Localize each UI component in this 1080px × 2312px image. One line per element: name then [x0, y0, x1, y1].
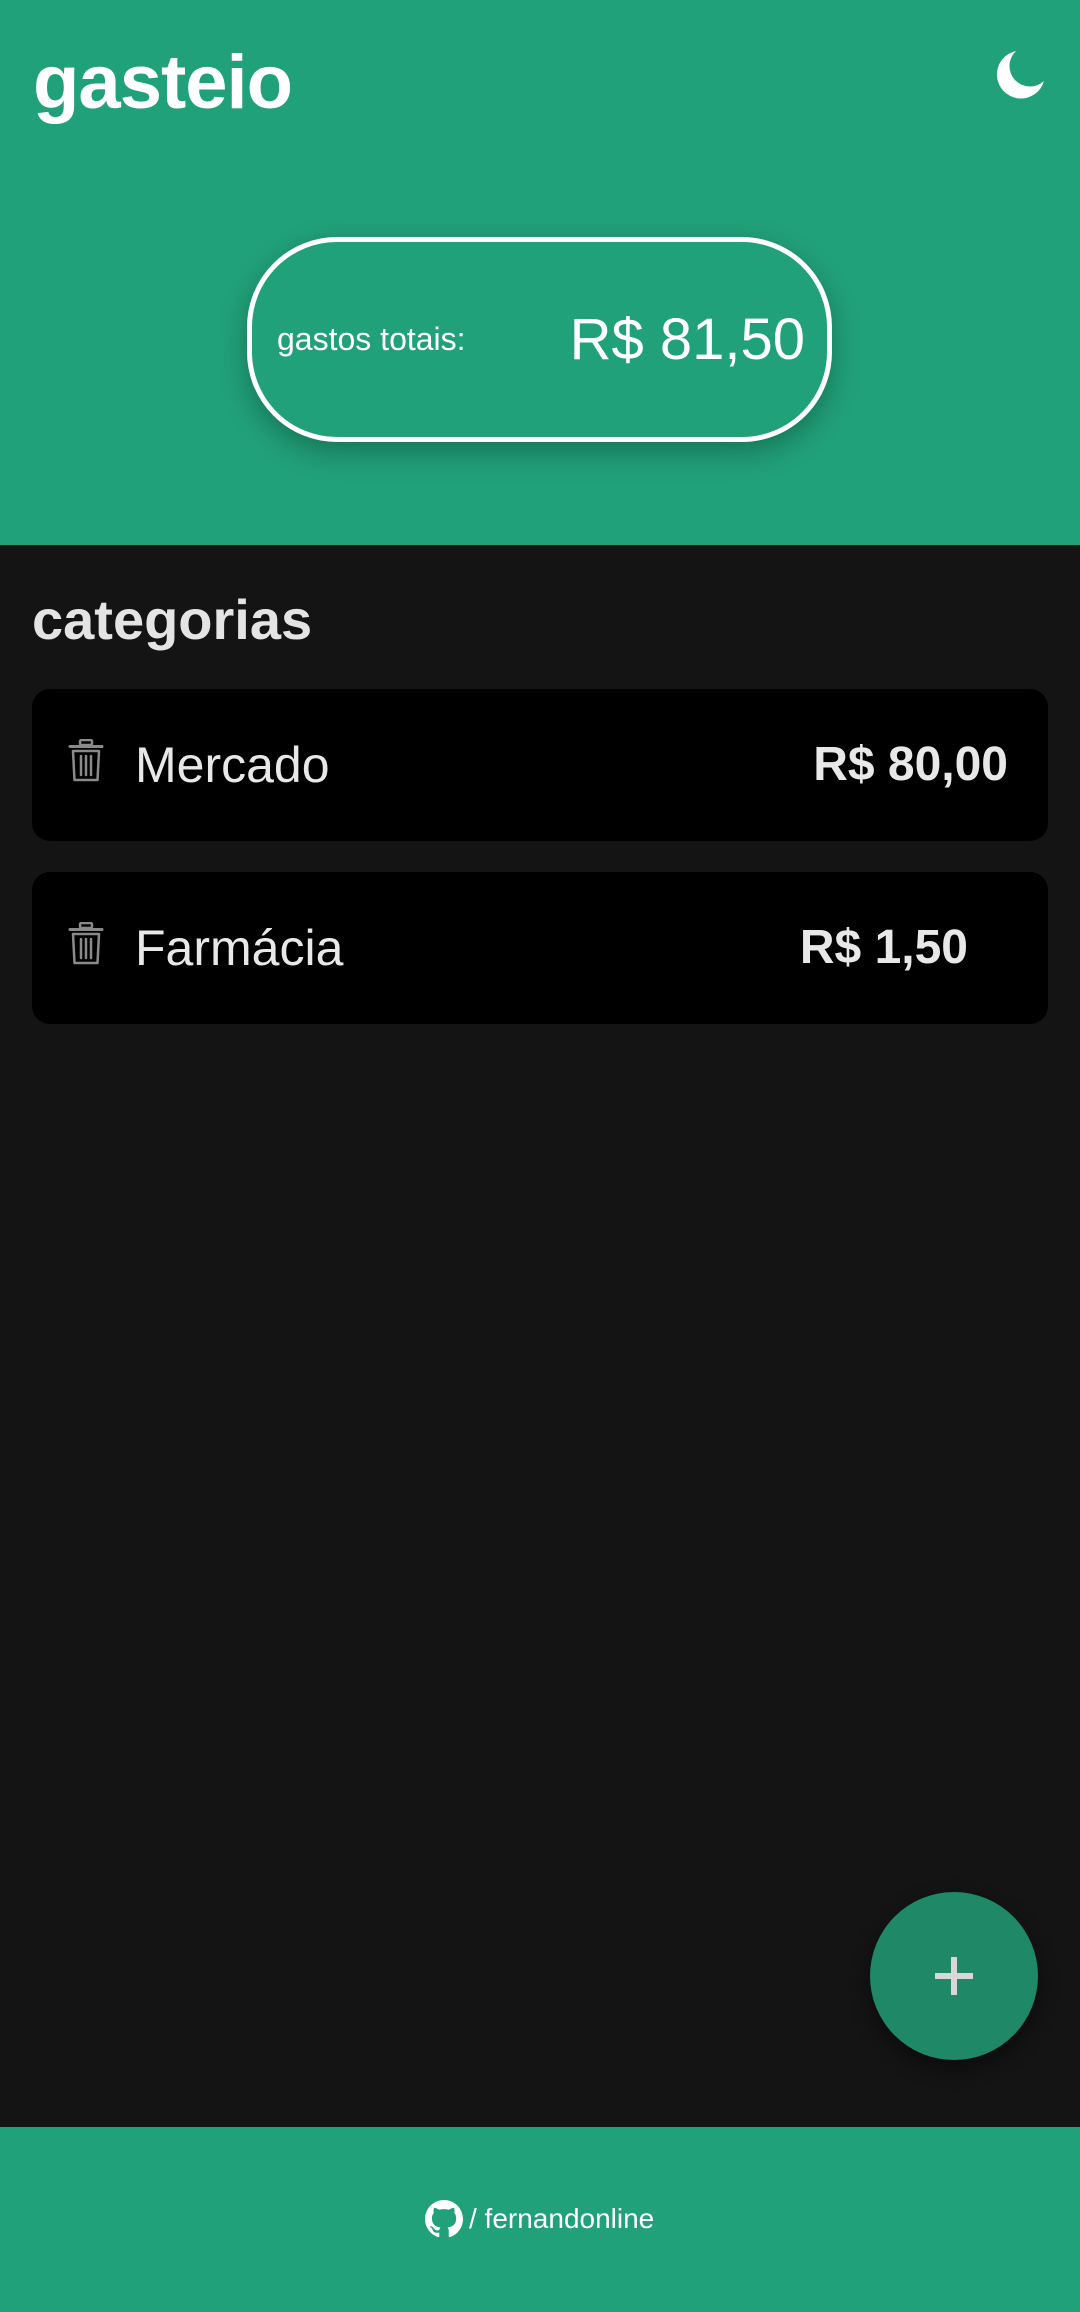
category-amount: R$ 80,00	[813, 738, 1008, 791]
trash-icon	[68, 921, 104, 965]
app-title: gasteio	[33, 40, 293, 125]
delete-category-button[interactable]	[68, 738, 104, 783]
total-expenses-label: gastos totais:	[277, 321, 466, 357]
category-name: Farmácia	[135, 920, 344, 976]
moon-icon	[996, 51, 1044, 99]
plus-icon	[935, 1957, 973, 1995]
github-icon	[425, 2200, 463, 2238]
category-item[interactable]: Farmácia R$ 1,50	[32, 872, 1048, 1024]
github-profile-link[interactable]: / fernandonline	[425, 2199, 654, 2239]
categories-title: categorias	[32, 588, 313, 651]
github-username: / fernandonline	[469, 2203, 655, 2234]
total-expenses-card: gastos totais: R$ 81,50	[247, 237, 832, 442]
delete-category-button[interactable]	[68, 921, 104, 966]
footer: / fernandonline	[0, 2127, 1080, 2312]
trash-icon	[68, 738, 104, 782]
category-amount: R$ 1,50	[799, 921, 968, 974]
category-item[interactable]: Mercado R$ 80,00	[32, 689, 1048, 841]
total-expenses-value: R$ 81,50	[569, 307, 805, 372]
theme-toggle-button[interactable]	[990, 45, 1050, 105]
add-category-button[interactable]	[870, 1892, 1038, 2060]
category-name: Mercado	[135, 737, 330, 793]
app-root: gasteio gastos totais: R$ 81,50 categori…	[0, 0, 1080, 2312]
header: gasteio gastos totais: R$ 81,50	[0, 0, 1080, 545]
